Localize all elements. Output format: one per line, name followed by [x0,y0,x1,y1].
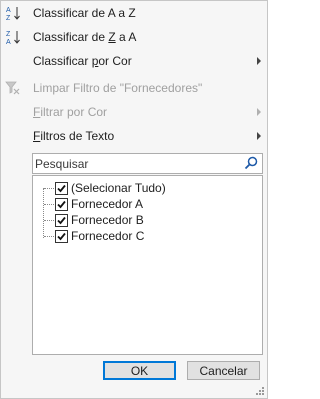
clear-filter-icon [5,81,20,95]
text-filters-label: Filtros de Texto [33,129,115,143]
checkmark-icon [57,200,66,209]
list-item[interactable]: Fornecedor B [39,213,239,229]
submenu-arrow-icon [257,108,261,116]
sort-by-color-label: Classificar por Cor [33,54,132,68]
sort-by-color-item[interactable]: Classificar por Cor [1,50,267,72]
checkbox-checked[interactable] [55,198,68,211]
list-item-label: (Selecionar Tudo) [71,181,166,195]
search-box [32,153,263,174]
search-icon[interactable] [244,156,258,170]
list-item-label: Fornecedor C [71,229,145,243]
checkbox-checked[interactable] [55,182,68,195]
clear-filter-label: Limpar Filtro de "Fornecedores" [33,81,203,95]
filter-by-color-item: Filtrar por Cor [1,101,267,123]
list-item-label: Fornecedor B [71,213,144,227]
value-checklist: (Selecionar Tudo) Fornecedor A Fornecedo… [32,175,263,355]
submenu-arrow-icon [257,132,261,140]
resize-grip-icon[interactable] [255,386,265,396]
filter-dropdown-menu: A Z Classificar de A a Z Z A Classificar… [0,0,268,399]
svg-text:A: A [6,39,11,45]
filter-by-color-label: Filtrar por Cor [33,105,108,119]
clear-filter-item: Limpar Filtro de "Fornecedores" [1,77,267,99]
list-item-label: Fornecedor A [71,197,144,211]
list-item[interactable]: Fornecedor A [39,197,239,213]
text-filters-item[interactable]: Filtros de Texto [1,125,267,147]
sort-z-a-icon: Z A [6,31,20,45]
svg-text:A: A [6,7,11,14]
sort-a-to-z-item[interactable]: A Z Classificar de A a Z [1,2,267,24]
checkmark-icon [57,216,66,225]
checkbox-checked[interactable] [55,230,68,243]
checkmark-icon [57,232,66,241]
checkbox-checked[interactable] [55,214,68,227]
svg-text:Z: Z [6,15,11,21]
list-item[interactable]: Fornecedor C [39,229,239,245]
list-item-select-all[interactable]: (Selecionar Tudo) [39,181,239,197]
search-input[interactable] [35,154,235,173]
svg-text:Z: Z [6,31,11,38]
sort-z-to-a-item[interactable]: Z A Classificar de Z a A [1,26,267,48]
cancel-button[interactable]: Cancelar [187,361,260,380]
sort-a-to-z-label: Classificar de A a Z [33,6,136,20]
submenu-arrow-icon [257,57,261,65]
sort-a-z-icon: A Z [6,7,20,21]
checkmark-icon [57,184,66,193]
ok-button[interactable]: OK [103,361,176,380]
sort-z-to-a-label: Classificar de Z a A [33,30,137,44]
